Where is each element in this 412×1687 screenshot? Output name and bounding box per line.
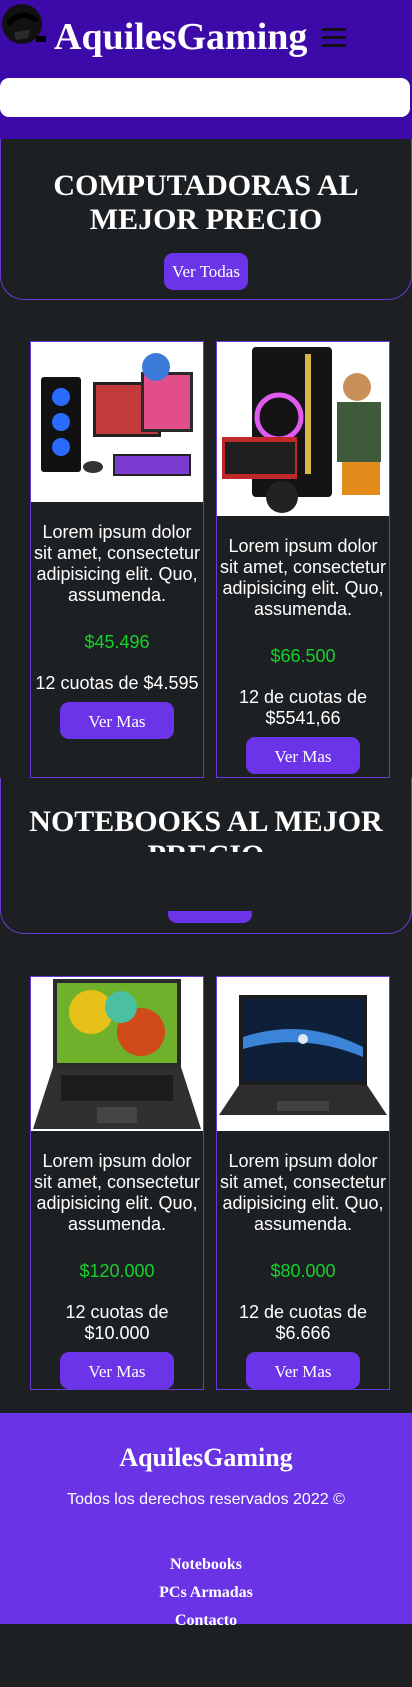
computers-hero: COMPUTADORAS AL MEJOR PRECIO Ver Todas [0, 139, 412, 300]
product-price: $66.500 [270, 646, 336, 666]
product-card: Lorem ipsum dolor sit amet, consectetur … [216, 341, 390, 778]
view-more-button[interactable]: Ver Mas [246, 1352, 360, 1389]
footer-copyright: Todos los derechos reservados 2022 © [67, 1491, 345, 1508]
product-card: Lorem ipsum dolor sit amet, consectetur … [30, 976, 204, 1390]
product-installments: 12 de cuotas de $5541,66 [238, 687, 368, 728]
colorful-laptop-image [31, 977, 203, 1131]
product-installments: 12 de cuotas de $6.666 [238, 1302, 368, 1343]
footer-link-contact[interactable]: Contacto [0, 1607, 412, 1635]
product-installments: 12 cuotas de $10.000 [65, 1302, 169, 1343]
computers-grid: Lorem ipsum dolor sit amet, consectetur … [0, 300, 412, 778]
notebooks-grid: Lorem ipsum dolor sit amet, consectetur … [0, 934, 412, 1390]
product-description: Lorem ipsum dolor sit amet, consectetur … [33, 522, 201, 605]
search-input[interactable] [0, 78, 410, 117]
view-more-button[interactable]: Ver Mas [246, 737, 360, 774]
footer-brand: AquilesGaming [119, 1443, 293, 1472]
view-all-notebooks-button[interactable] [168, 911, 252, 923]
product-card: Lorem ipsum dolor sit amet, consectetur … [216, 976, 390, 1390]
product-card: Lorem ipsum dolor sit amet, consectetur … [30, 341, 204, 778]
notebooks-hero: NOTEBOOKS AL MEJOR PRECIO [0, 778, 412, 934]
view-all-button[interactable]: Ver Todas [164, 253, 248, 290]
footer-link-notebooks[interactable]: Notebooks [0, 1551, 412, 1579]
footer-links: Notebooks PCs Armadas Contacto [0, 1551, 412, 1635]
view-more-button[interactable]: Ver Mas [60, 1352, 174, 1389]
view-more-button[interactable]: Ver Mas [60, 702, 174, 739]
product-installments: 12 cuotas de $4.595 [35, 673, 199, 693]
helmet-logo-icon[interactable] [0, 2, 50, 48]
site-footer: AquilesGaming Todos los derechos reserva… [0, 1413, 412, 1629]
gaming-pc-bundle-image [217, 342, 389, 516]
product-description: Lorem ipsum dolor sit amet, consectetur … [219, 536, 387, 619]
product-price: $80.000 [270, 1261, 336, 1281]
site-header: AquilesGaming [0, 0, 412, 139]
product-price: $45.496 [84, 632, 150, 652]
notebooks-title: NOTEBOOKS AL MEJOR PRECIO [29, 805, 383, 852]
footer-link-pcs[interactable]: PCs Armadas [0, 1579, 412, 1607]
hamburger-menu-icon[interactable] [322, 28, 346, 48]
hp-laptop-image [217, 977, 389, 1131]
product-description: Lorem ipsum dolor sit amet, consectetur … [33, 1151, 201, 1234]
notebooks-title-clip: NOTEBOOKS AL MEJOR PRECIO [1, 778, 411, 852]
product-description: Lorem ipsum dolor sit amet, consectetur … [219, 1151, 387, 1234]
brand-title[interactable]: AquilesGaming [54, 14, 307, 60]
computers-title: COMPUTADORAS AL MEJOR PRECIO [53, 169, 359, 236]
gaming-pc-setup-image [31, 342, 203, 502]
product-price: $120.000 [79, 1261, 155, 1281]
